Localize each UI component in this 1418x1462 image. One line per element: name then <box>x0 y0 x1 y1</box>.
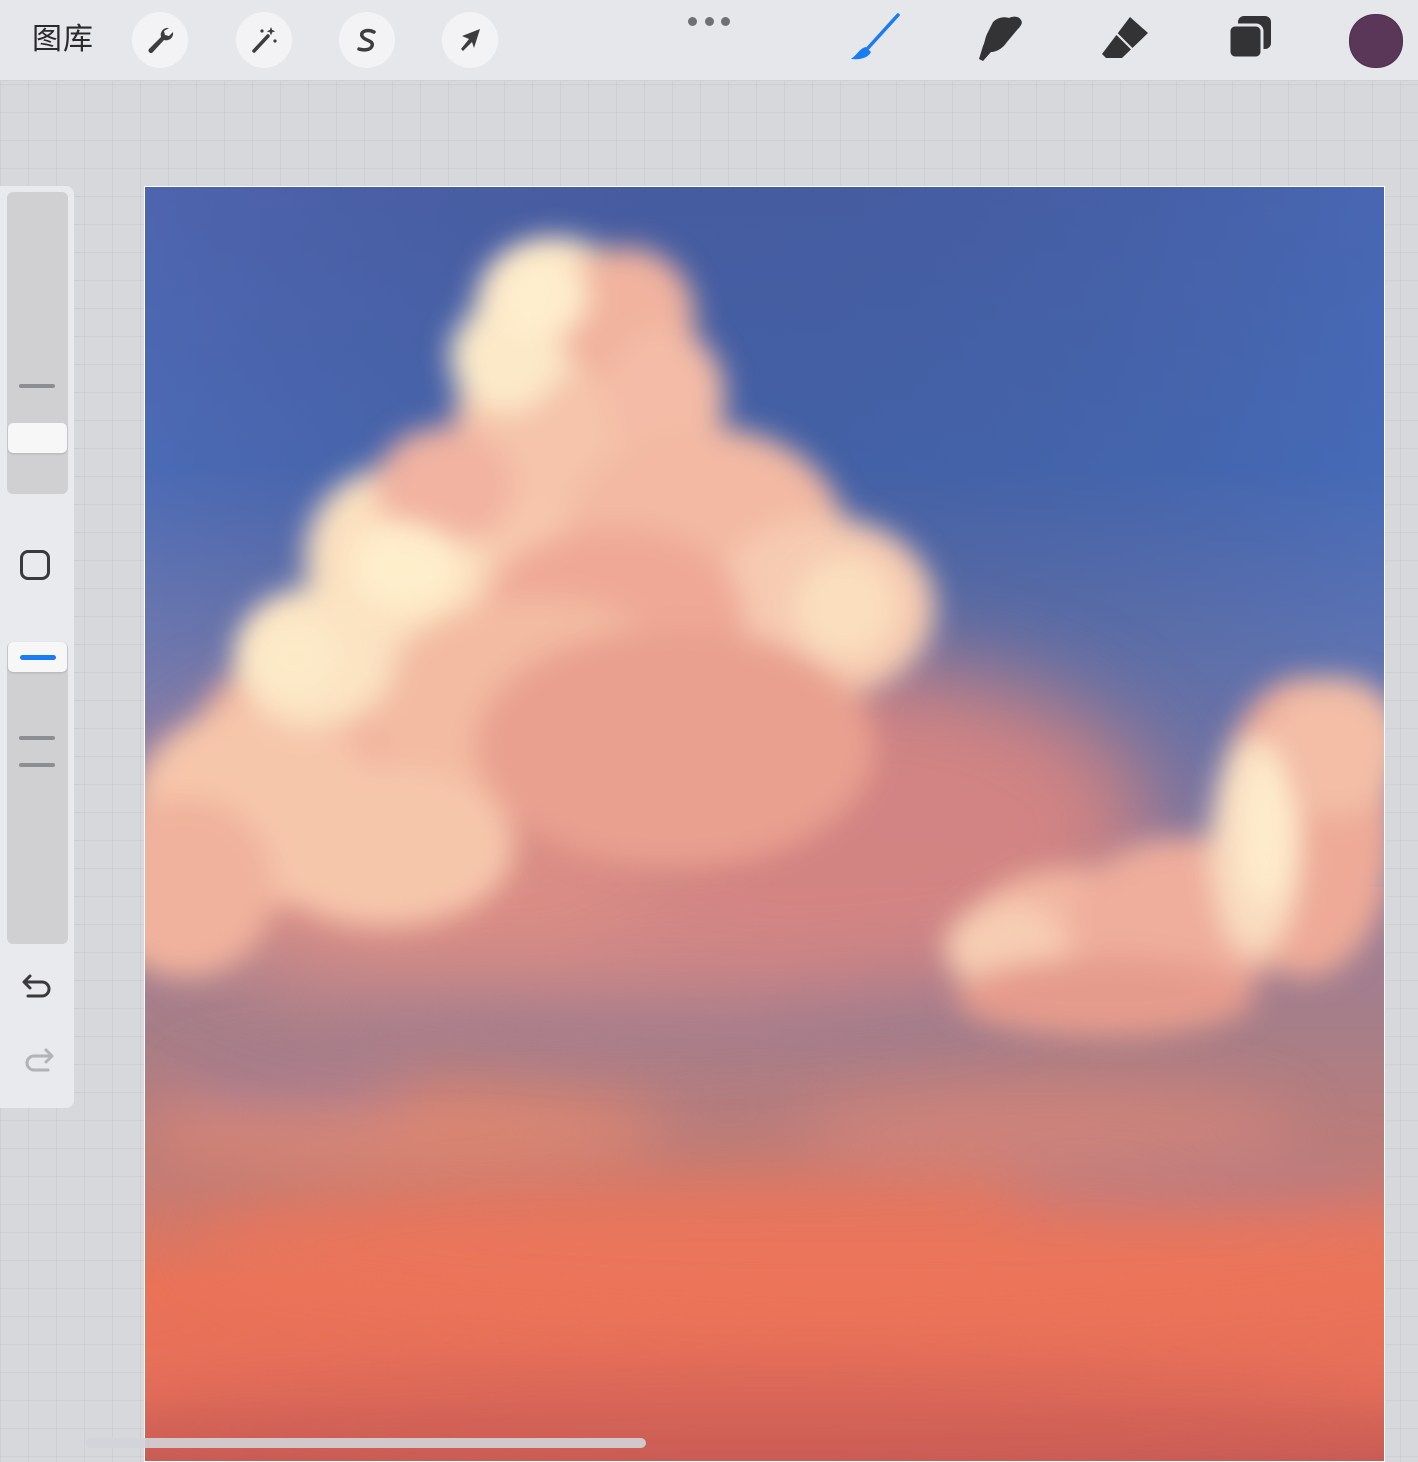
cloud-painting <box>145 187 1384 1461</box>
transform-button[interactable] <box>442 12 498 68</box>
opacity-tick <box>19 763 55 767</box>
selection-button[interactable] <box>339 12 395 68</box>
smudge-finger-icon <box>973 12 1027 70</box>
gallery-button[interactable]: 图库 <box>32 20 94 60</box>
redo-icon <box>20 1044 56 1080</box>
size-tick <box>19 384 55 388</box>
brush-size-slider[interactable] <box>7 192 68 494</box>
opacity-slider[interactable] <box>7 642 68 944</box>
undo-button[interactable] <box>18 970 58 1006</box>
eraser-tool-button[interactable] <box>1098 14 1152 68</box>
arrow-cursor-icon <box>453 23 487 57</box>
eraser-icon <box>1098 12 1152 70</box>
opacity-handle[interactable] <box>8 642 67 672</box>
layers-icon <box>1223 12 1277 70</box>
opacity-accent-mark <box>20 655 56 660</box>
top-toolbar: 图库 <box>0 0 1418 81</box>
modify-square-icon[interactable] <box>20 550 50 580</box>
brush-size-handle[interactable] <box>8 423 67 453</box>
redo-button[interactable] <box>18 1044 58 1080</box>
wrench-icon <box>143 23 177 57</box>
color-picker-swatch[interactable] <box>1349 14 1403 68</box>
left-sidebar <box>0 186 74 1108</box>
adjustments-button[interactable] <box>236 12 292 68</box>
selection-s-icon <box>350 23 384 57</box>
brush-icon <box>848 12 902 70</box>
undo-icon <box>20 970 56 1006</box>
more-dots-icon[interactable] <box>688 14 730 28</box>
home-indicator <box>86 1438 646 1448</box>
drawing-canvas[interactable] <box>144 186 1385 1462</box>
smudge-tool-button[interactable] <box>973 14 1027 68</box>
opacity-tick <box>19 736 55 740</box>
layers-button[interactable] <box>1223 14 1277 68</box>
magic-wand-icon <box>247 23 281 57</box>
brush-tool-button[interactable] <box>848 12 902 70</box>
actions-wrench-button[interactable] <box>132 12 188 68</box>
